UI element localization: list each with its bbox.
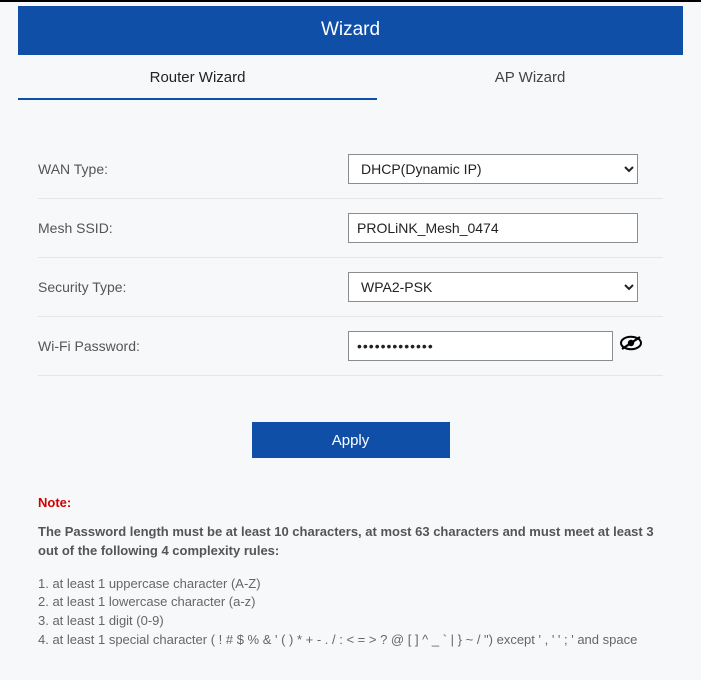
form-area: WAN Type: DHCP(Dynamic IP) Mesh SSID: Se… [38,140,663,376]
apply-button[interactable]: Apply [252,422,450,458]
wizard-title: Wizard [321,19,380,40]
input-mesh-ssid[interactable] [348,213,638,243]
row-mesh-ssid: Mesh SSID: [38,199,663,258]
note-rule-2: 2. at least 1 lowercase character (a-z) [38,593,663,612]
note-rule-4: 4. at least 1 special character ( ! # $ … [38,631,663,650]
tab-bar: Router Wizard AP Wizard [18,55,683,100]
row-wan-type: WAN Type: DHCP(Dynamic IP) [38,140,663,199]
tab-ap-label: AP Wizard [495,69,566,86]
note-intro: The Password length must be at least 10 … [38,523,663,561]
note-title: Note: [38,494,663,513]
toggle-password-visibility-icon[interactable] [620,335,642,356]
row-security-type: Security Type: WPA2-PSK [38,258,663,317]
select-security-type[interactable]: WPA2-PSK [348,272,638,302]
input-wifi-password[interactable] [348,331,613,361]
select-wan-type[interactable]: DHCP(Dynamic IP) [348,154,638,184]
tab-ap-wizard[interactable]: AP Wizard [377,55,683,100]
wizard-header: Wizard [18,6,683,55]
label-mesh-ssid: Mesh SSID: [38,220,348,236]
note-rule-3: 3. at least 1 digit (0-9) [38,612,663,631]
label-security-type: Security Type: [38,279,348,295]
label-wifi-password: Wi-Fi Password: [38,338,348,354]
row-wifi-password: Wi-Fi Password: [38,317,663,376]
tab-router-wizard[interactable]: Router Wizard [18,55,377,100]
apply-button-label: Apply [332,432,370,449]
note-rule-1: 1. at least 1 uppercase character (A-Z) [38,575,663,594]
tab-router-label: Router Wizard [150,69,246,86]
label-wan-type: WAN Type: [38,161,348,177]
note-block: Note: The Password length must be at lea… [38,494,663,650]
